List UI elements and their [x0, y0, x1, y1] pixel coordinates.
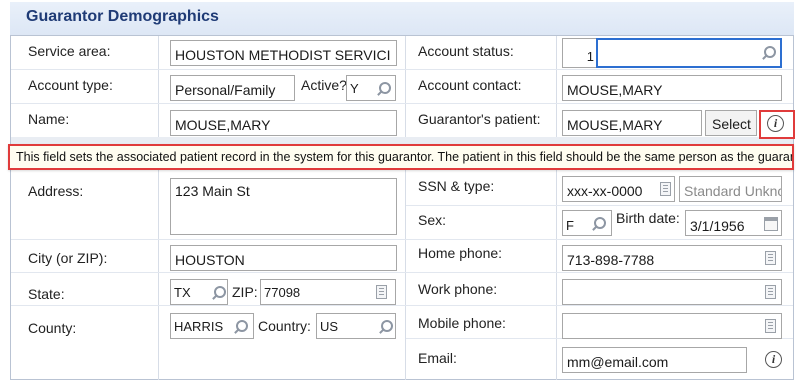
zip-value: 77098: [264, 285, 301, 300]
row-divider: [406, 205, 793, 206]
column-divider: [405, 36, 406, 380]
search-icon[interactable]: [232, 319, 248, 335]
mobile-phone-field[interactable]: [562, 313, 782, 339]
row-divider: [11, 239, 793, 240]
home-phone-field[interactable]: 713-898-7788: [562, 245, 782, 271]
section-title: Guarantor Demographics: [26, 8, 219, 25]
mobile-phone-label: Mobile phone:: [418, 315, 506, 331]
info-icon-highlight: [759, 110, 795, 139]
search-icon[interactable]: [377, 319, 393, 335]
zip-label: ZIP:: [232, 284, 258, 300]
country-value: US: [320, 319, 339, 334]
form-lookup-icon[interactable]: [376, 285, 387, 299]
service-area-label: Service area:: [28, 43, 111, 59]
active-label: Active?: [301, 77, 347, 93]
sex-label: Sex:: [418, 212, 447, 228]
calendar-icon[interactable]: [764, 217, 778, 231]
service-area-field[interactable]: HOUSTON METHODIST SERVICI: [170, 40, 397, 66]
search-icon[interactable]: [210, 285, 226, 301]
city-label: City (or ZIP):: [28, 250, 108, 266]
city-field[interactable]: HOUSTON: [170, 245, 397, 271]
country-label: Country:: [258, 318, 311, 334]
county-label: County:: [28, 320, 77, 336]
search-icon[interactable]: [760, 45, 776, 61]
guarantor-patient-label: Guarantor's patient:: [418, 111, 541, 127]
work-phone-field[interactable]: [562, 279, 782, 305]
column-divider: [158, 36, 159, 380]
state-value: TX: [174, 285, 191, 300]
row-divider: [11, 103, 793, 104]
state-label: State:: [28, 286, 65, 302]
account-contact-label: Account contact:: [418, 77, 522, 93]
form-lookup-icon[interactable]: [765, 285, 776, 299]
guarantor-patient-field[interactable]: MOUSE,MARY: [562, 110, 702, 136]
form-lookup-icon[interactable]: [765, 251, 776, 265]
ssn-field[interactable]: xxx-xx-0000: [562, 176, 675, 202]
search-icon[interactable]: [590, 216, 606, 232]
birth-date-label: Birth date:: [616, 210, 680, 226]
ssn-type-field[interactable]: Standard Unknc: [679, 176, 782, 202]
active-value: Y: [350, 81, 359, 96]
row-divider: [11, 272, 793, 273]
address-label: Address:: [28, 183, 84, 199]
email-label: Email:: [418, 350, 457, 366]
name-field[interactable]: MOUSE,MARY: [170, 110, 397, 136]
column-divider: [556, 36, 557, 380]
info-icon[interactable]: i: [765, 351, 782, 368]
account-type-label: Account type:: [28, 77, 113, 93]
form-lookup-icon[interactable]: [765, 319, 776, 333]
address-field[interactable]: 123 Main St: [170, 178, 397, 235]
account-contact-field[interactable]: MOUSE,MARY: [562, 75, 782, 101]
account-status-field[interactable]: [596, 38, 782, 68]
field-tooltip: This field sets the associated patient r…: [8, 144, 794, 170]
section-header: Guarantor Demographics: [10, 2, 794, 36]
home-phone-label: Home phone:: [418, 245, 503, 261]
email-field[interactable]: mm@email.com: [562, 347, 747, 373]
account-status-label: Account status:: [418, 43, 514, 59]
row-divider: [11, 69, 793, 70]
sex-value: F: [566, 218, 574, 233]
select-button[interactable]: Select: [705, 110, 757, 136]
account-status-value[interactable]: 1: [562, 38, 598, 68]
name-label: Name:: [28, 111, 70, 127]
search-icon[interactable]: [375, 81, 391, 97]
row-divider: [11, 305, 793, 306]
form-lookup-icon[interactable]: [660, 182, 671, 196]
county-value: HARRIS: [174, 319, 224, 334]
account-type-field[interactable]: Personal/Family: [170, 75, 295, 101]
ssn-label: SSN & type:: [418, 178, 495, 194]
work-phone-label: Work phone:: [418, 281, 498, 297]
